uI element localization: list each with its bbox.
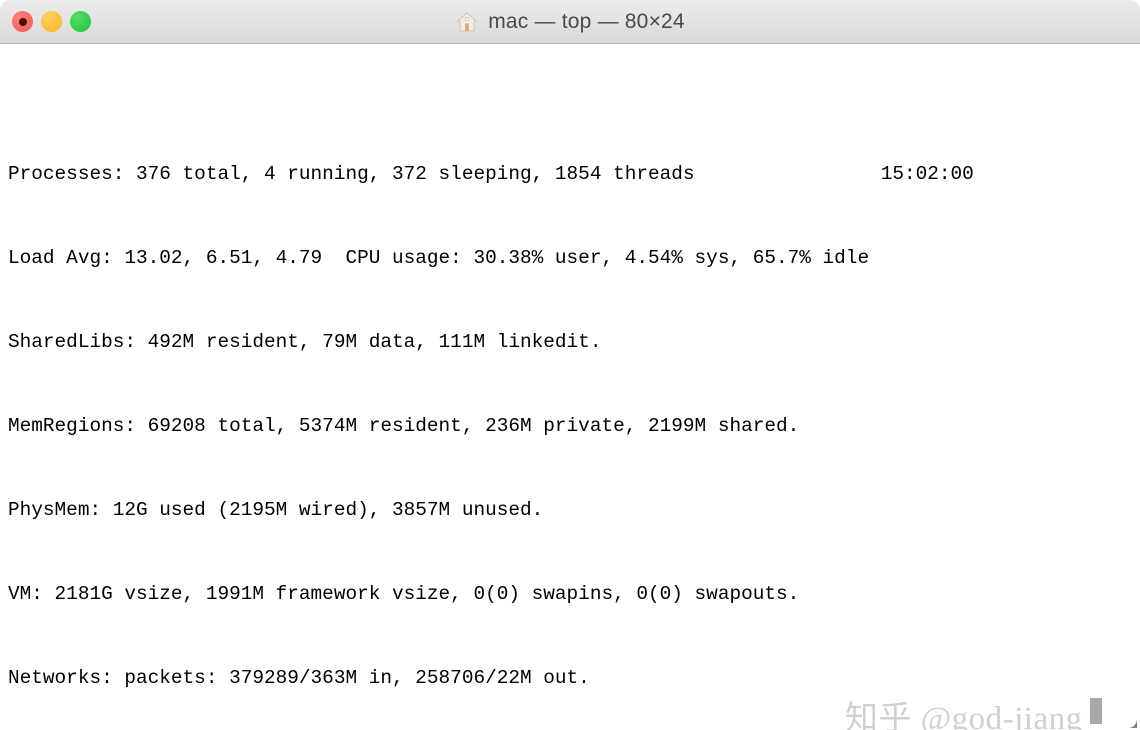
top-header-line-networks: Networks: packets: 379289/363M in, 25870…	[8, 667, 590, 689]
watermark-author: 知乎 @god-jiang	[845, 701, 1083, 730]
terminal-window: mac — top — 80×24 Processes: 376 total, …	[0, 0, 1140, 730]
top-header-line-processes: Processes: 376 total, 4 running, 372 sle…	[8, 163, 974, 185]
window-title-group: mac — top — 80×24	[455, 10, 685, 34]
top-header-line-memregions: MemRegions: 69208 total, 5374M resident,…	[8, 415, 800, 437]
maximize-button[interactable]	[70, 11, 91, 32]
resize-grip-icon[interactable]	[1122, 713, 1138, 729]
text-cursor	[1090, 698, 1102, 724]
house-icon	[456, 11, 479, 32]
window-titlebar[interactable]: mac — top — 80×24	[0, 0, 1140, 44]
close-button[interactable]	[12, 11, 33, 32]
window-controls	[12, 0, 91, 43]
minimize-button[interactable]	[41, 11, 62, 32]
window-title-text: mac — top — 80×24	[488, 9, 685, 33]
terminal-output[interactable]: Processes: 376 total, 4 running, 372 sle…	[0, 44, 1140, 730]
top-header-line-physmem: PhysMem: 12G used (2195M wired), 3857M u…	[8, 499, 544, 521]
top-header-line-load-avg: Load Avg: 13.02, 6.51, 4.79 CPU usage: 3…	[8, 247, 870, 269]
top-header-line-sharedlibs: SharedLibs: 492M resident, 79M data, 111…	[8, 331, 602, 353]
top-header-line-vm: VM: 2181G vsize, 1991M framework vsize, …	[8, 583, 800, 605]
